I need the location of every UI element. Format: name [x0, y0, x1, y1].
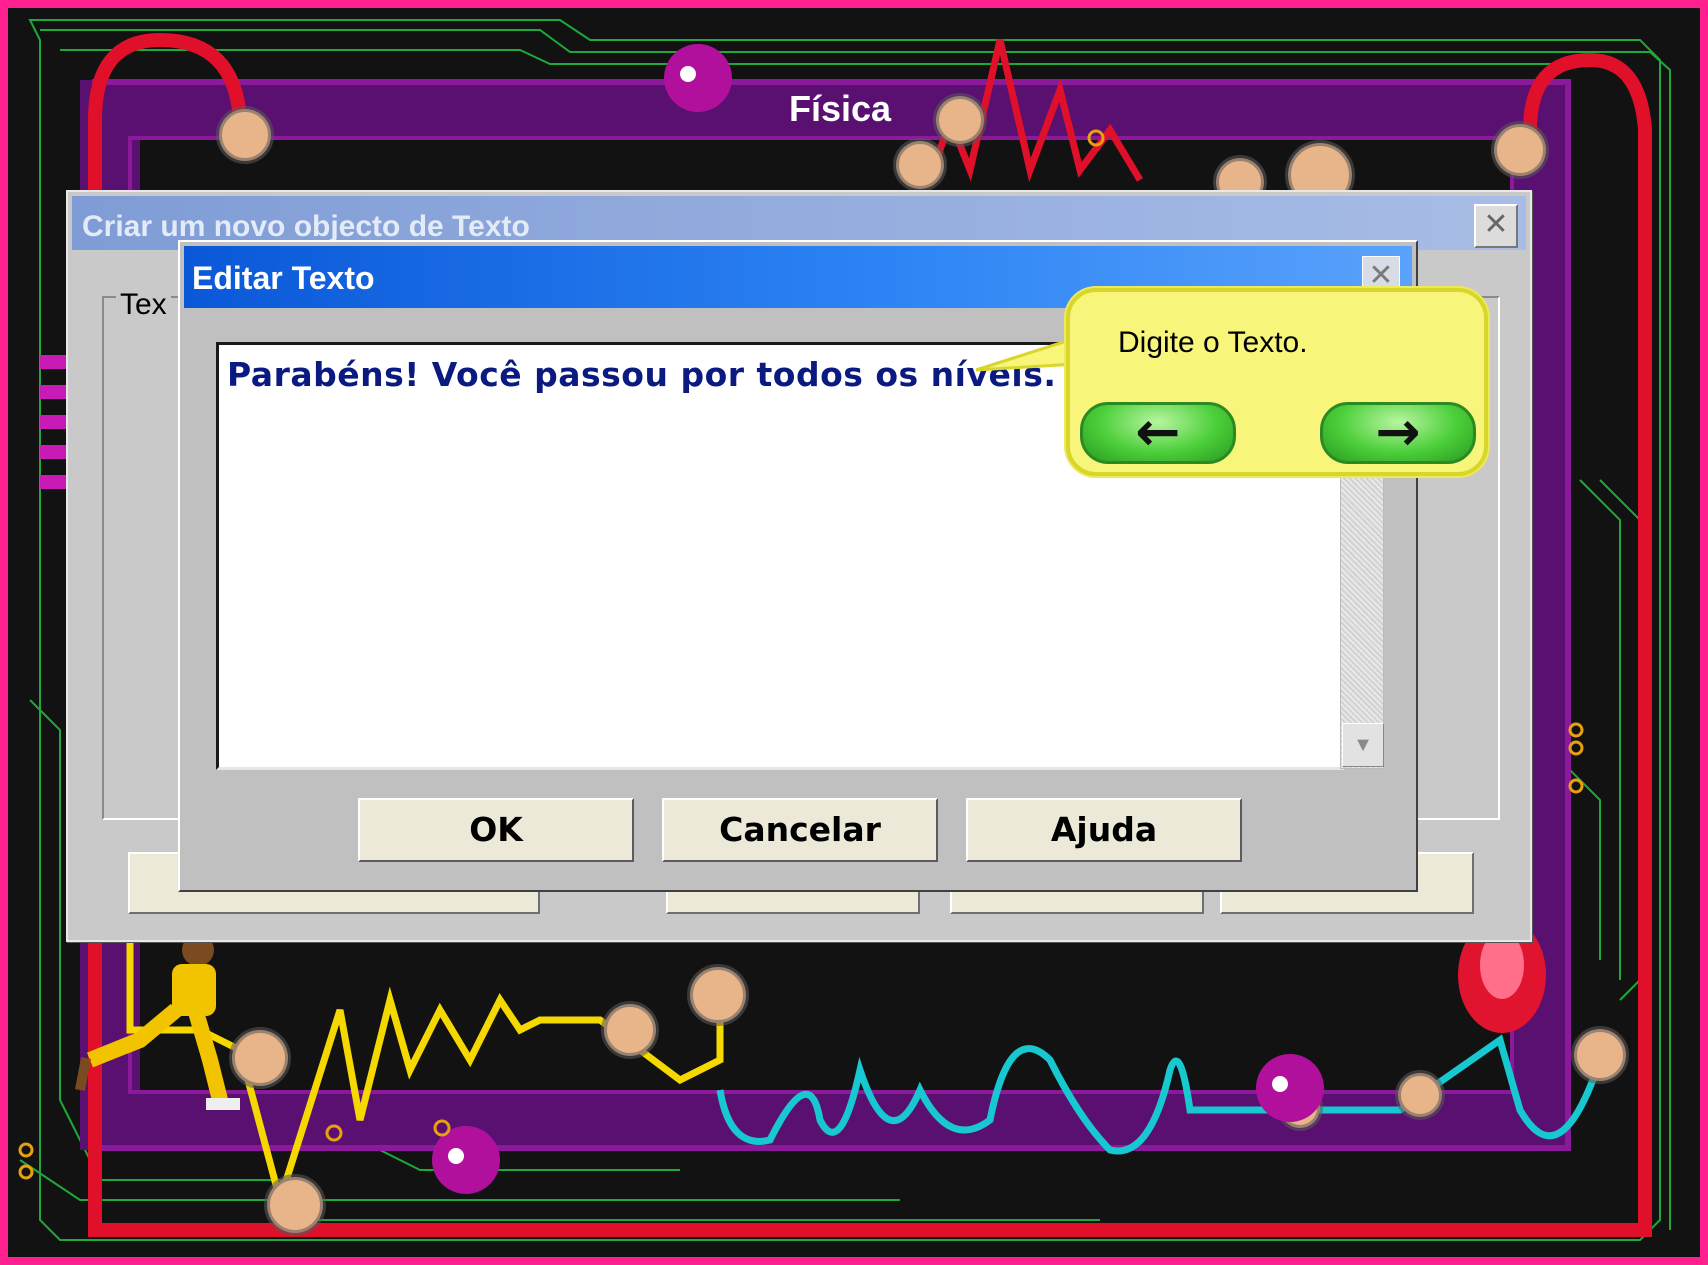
help-button[interactable]: Ajuda	[966, 798, 1242, 862]
ok-button[interactable]: OK	[358, 798, 634, 862]
edit-text-title: Editar Texto	[192, 260, 375, 296]
create-text-object-title: Criar um novo objecto de Texto	[82, 210, 530, 243]
text-edit-content: Parabéns! Você passou por todos os nívei…	[227, 355, 1057, 394]
previous-button[interactable]: ←	[1080, 402, 1236, 464]
board-title: Física	[788, 88, 892, 129]
game-board: Física Criar um novo objecto de Texto ✕ …	[0, 0, 1708, 1265]
next-button[interactable]: →	[1320, 402, 1476, 464]
tooltip-text: Digite o Texto.	[1118, 326, 1308, 359]
close-icon[interactable]: ✕	[1474, 204, 1518, 248]
chevron-down-icon[interactable]: ▼	[1342, 723, 1384, 767]
help-tooltip: Digite o Texto. ← →	[1066, 288, 1488, 476]
text-groupbox-label: Tex	[116, 288, 171, 322]
cancel-button[interactable]: Cancelar	[662, 798, 938, 862]
arrow-left-icon: ←	[1135, 400, 1181, 463]
arrow-right-icon: →	[1375, 400, 1421, 463]
tooltip-tail	[976, 338, 1076, 372]
